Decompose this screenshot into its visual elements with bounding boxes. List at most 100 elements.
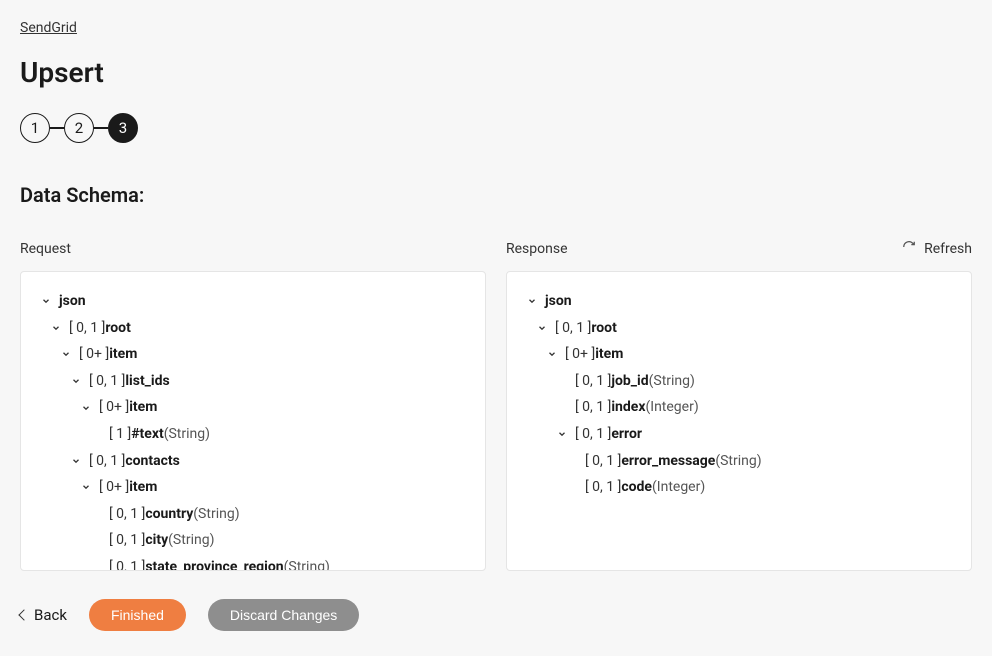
field-name: error	[611, 421, 642, 448]
step-line	[94, 127, 108, 129]
request-label: Request	[20, 241, 71, 257]
tree-leaf-spacer	[555, 401, 569, 415]
field-name: item	[129, 394, 157, 421]
refresh-button[interactable]: Refresh	[902, 240, 972, 258]
tree-leaf-spacer	[89, 427, 103, 441]
tree-row[interactable]: [ 0, 1 ] country (String)	[39, 501, 467, 528]
tree-row[interactable]: [ 0, 1 ] list_ids	[39, 368, 467, 395]
breadcrumb[interactable]: SendGrid	[20, 20, 77, 36]
field-type: (String)	[164, 421, 210, 448]
finished-button[interactable]: Finished	[89, 599, 186, 631]
tree-row[interactable]: [ 0, 1 ] code (Integer)	[525, 474, 953, 501]
cardinality: [ 0, 1 ]	[555, 315, 591, 342]
tree-row[interactable]: json	[525, 288, 953, 315]
field-name: country	[145, 501, 193, 528]
tree-row[interactable]: [ 0, 1 ] index (Integer)	[525, 394, 953, 421]
tree-row[interactable]: json	[39, 288, 467, 315]
field-name: job_id	[611, 368, 648, 395]
tree-row[interactable]: [ 0, 1 ] error_message (String)	[525, 448, 953, 475]
section-title: Data Schema:	[20, 183, 972, 207]
field-name: contacts	[125, 448, 180, 475]
field-name: code	[621, 474, 652, 501]
chevron-down-icon[interactable]	[545, 347, 559, 361]
step-2[interactable]: 2	[64, 113, 94, 143]
field-name: index	[611, 394, 645, 421]
field-type: (Integer)	[645, 394, 698, 421]
cardinality: [ 0, 1 ]	[89, 448, 125, 475]
cardinality: [ 0, 1 ]	[575, 394, 611, 421]
cardinality: [ 0, 1 ]	[585, 474, 621, 501]
tree-leaf-spacer	[89, 507, 103, 521]
field-name: json	[545, 288, 572, 315]
field-type: (String)	[168, 527, 214, 554]
chevron-down-icon[interactable]	[69, 374, 83, 388]
tree-row[interactable]: [ 0, 1 ] root	[525, 315, 953, 342]
step-1[interactable]: 1	[20, 113, 50, 143]
chevron-down-icon[interactable]	[525, 294, 539, 308]
refresh-label: Refresh	[924, 241, 972, 257]
step-line	[50, 127, 64, 129]
cardinality: [ 0, 1 ]	[585, 448, 621, 475]
response-panel: json[ 0, 1 ] root[ 0+ ] item[ 0, 1 ] job…	[506, 271, 972, 571]
field-name: list_ids	[125, 368, 169, 395]
tree-leaf-spacer	[555, 374, 569, 388]
field-name: state_province_region	[145, 554, 283, 571]
field-type: (Integer)	[652, 474, 705, 501]
tree-leaf-spacer	[89, 560, 103, 571]
back-label: Back	[34, 606, 67, 624]
cardinality: [ 0, 1 ]	[575, 421, 611, 448]
back-button[interactable]: Back	[20, 606, 67, 624]
refresh-icon	[902, 240, 916, 258]
chevron-down-icon[interactable]	[39, 294, 53, 308]
field-name: root	[591, 315, 616, 342]
cardinality: [ 0+ ]	[99, 474, 129, 501]
field-name: root	[105, 315, 130, 342]
tree-row[interactable]: [ 0+ ] item	[39, 394, 467, 421]
tree-row[interactable]: [ 1 ] #text (String)	[39, 421, 467, 448]
field-name: item	[595, 341, 623, 368]
chevron-down-icon[interactable]	[79, 401, 93, 415]
cardinality: [ 0, 1 ]	[109, 527, 145, 554]
cardinality: [ 0+ ]	[79, 341, 109, 368]
tree-row[interactable]: [ 0+ ] item	[39, 474, 467, 501]
tree-row[interactable]: [ 0, 1 ] job_id (String)	[525, 368, 953, 395]
cardinality: [ 0, 1 ]	[575, 368, 611, 395]
field-type: (String)	[193, 501, 239, 528]
cardinality: [ 0, 1 ]	[109, 501, 145, 528]
cardinality: [ 0, 1 ]	[69, 315, 105, 342]
step-3[interactable]: 3	[108, 113, 138, 143]
field-type: (String)	[649, 368, 695, 395]
tree-row[interactable]: [ 0, 1 ] contacts	[39, 448, 467, 475]
tree-leaf-spacer	[89, 534, 103, 548]
cardinality: [ 0, 1 ]	[109, 554, 145, 571]
tree-row[interactable]: [ 0+ ] item	[39, 341, 467, 368]
field-name: #text	[131, 421, 163, 448]
tree-row[interactable]: [ 0+ ] item	[525, 341, 953, 368]
field-name: item	[129, 474, 157, 501]
field-type: (String)	[715, 448, 761, 475]
field-name: city	[145, 527, 168, 554]
chevron-left-icon	[18, 609, 29, 620]
field-name: item	[109, 341, 137, 368]
cardinality: [ 0+ ]	[565, 341, 595, 368]
chevron-down-icon[interactable]	[49, 321, 63, 335]
cardinality: [ 0, 1 ]	[89, 368, 125, 395]
page-title: Upsert	[20, 56, 972, 89]
chevron-down-icon[interactable]	[555, 427, 569, 441]
chevron-down-icon[interactable]	[69, 454, 83, 468]
chevron-down-icon[interactable]	[59, 347, 73, 361]
chevron-down-icon[interactable]	[535, 321, 549, 335]
chevron-down-icon[interactable]	[79, 480, 93, 494]
field-name: error_message	[621, 448, 715, 475]
cardinality: [ 0+ ]	[99, 394, 129, 421]
field-type: (String)	[284, 554, 330, 571]
cardinality: [ 1 ]	[109, 421, 131, 448]
tree-leaf-spacer	[565, 454, 579, 468]
tree-row[interactable]: [ 0, 1 ] root	[39, 315, 467, 342]
tree-row[interactable]: [ 0, 1 ] state_province_region (String)	[39, 554, 467, 571]
discard-button[interactable]: Discard Changes	[208, 599, 359, 631]
field-name: json	[59, 288, 86, 315]
tree-leaf-spacer	[565, 480, 579, 494]
tree-row[interactable]: [ 0, 1 ] error	[525, 421, 953, 448]
tree-row[interactable]: [ 0, 1 ] city (String)	[39, 527, 467, 554]
